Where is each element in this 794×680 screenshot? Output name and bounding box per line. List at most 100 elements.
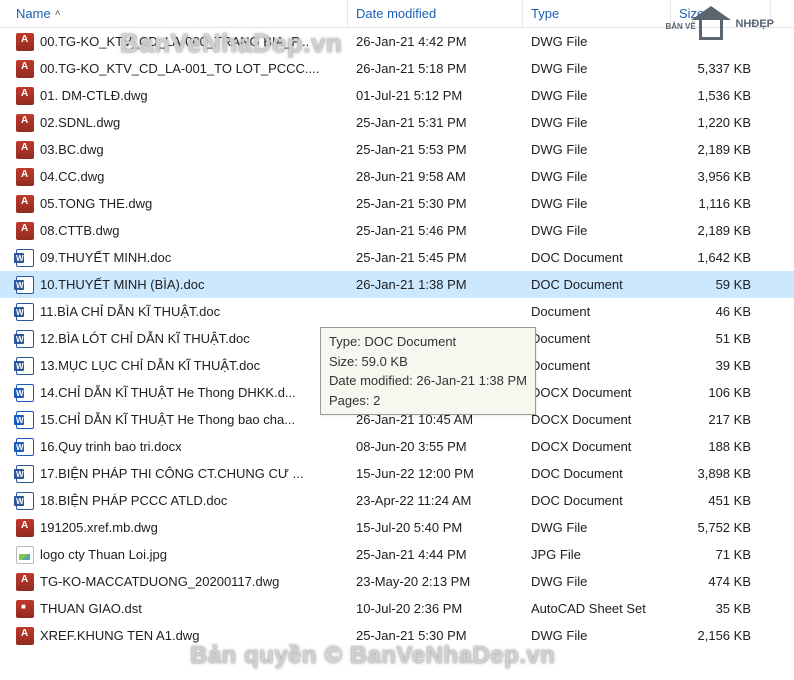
file-name: 00.TG-KO_KTV_CD_LA-000_TRANG BIA_P...	[40, 34, 309, 49]
file-date: 23-Apr-22 11:24 AM	[348, 493, 523, 508]
doc-file-icon	[16, 465, 34, 483]
file-name: XREF.KHUNG TEN A1.dwg	[40, 628, 199, 643]
file-date: 15-Jul-20 5:40 PM	[348, 520, 523, 535]
file-name: 14.CHỈ DẪN KĨ THUẬT He Thong DHKK.d...	[40, 385, 296, 400]
file-type: AutoCAD Sheet Set	[523, 601, 671, 616]
file-date: 25-Jan-21 4:44 PM	[348, 547, 523, 562]
file-name: 00.TG-KO_KTV_CD_LA-001_TO LOT_PCCC....	[40, 61, 319, 76]
doc-file-icon	[16, 276, 34, 294]
file-size: 59 KB	[671, 277, 771, 292]
file-type: DWG File	[523, 223, 671, 238]
header-label: Name	[16, 6, 51, 21]
file-size: 39 KB	[671, 358, 771, 373]
file-type: Document	[523, 331, 671, 346]
file-name: 08.CTTB.dwg	[40, 223, 119, 238]
file-size: 5,752 KB	[671, 520, 771, 535]
file-name: 09.THUYẾT MINH.doc	[40, 250, 171, 265]
file-name: 18.BIỆN PHÁP PCCC ATLD.doc	[40, 493, 227, 508]
file-date: 25-Jan-21 5:30 PM	[348, 628, 523, 643]
file-size: 217 KB	[671, 412, 771, 427]
file-row[interactable]: 01. DM-CTLĐ.dwg01-Jul-21 5:12 PMDWG File…	[0, 82, 794, 109]
file-row[interactable]: 10.THUYẾT MINH (BÌA).doc 26-Jan-21 1:38 P…	[0, 271, 794, 298]
file-type: Document	[523, 358, 671, 373]
jpg-file-icon	[16, 546, 34, 564]
file-row[interactable]: 09.THUYẾT MINH.doc25-Jan-21 5:45 PMDOC D…	[0, 244, 794, 271]
file-row[interactable]: 00.TG-KO_KTV_CD_LA-001_TO LOT_PCCC....26…	[0, 55, 794, 82]
tooltip-date: Date modified: 26-Jan-21 1:38 PM	[329, 371, 527, 391]
dwg-file-icon	[16, 33, 34, 51]
file-row[interactable]: 11.BÌA CHỈ DẪN KĨ THUẬT.docDocument46 KB	[0, 298, 794, 325]
file-type: Document	[523, 304, 671, 319]
column-header-type[interactable]: Type	[523, 0, 671, 27]
file-row[interactable]: 03.BC.dwg25-Jan-21 5:53 PMDWG File2,189 …	[0, 136, 794, 163]
file-row[interactable]: 191205.xref.mb.dwg 15-Jul-20 5:40 PMDWG F…	[0, 514, 794, 541]
doc-file-icon	[16, 249, 34, 267]
file-name: 01. DM-CTLĐ.dwg	[40, 88, 148, 103]
file-size: 3,898 KB	[671, 466, 771, 481]
file-date: 25-Jan-21 5:53 PM	[348, 142, 523, 157]
file-size: 71 KB	[671, 547, 771, 562]
column-header-row: Name ˄ Date modified Type Size	[0, 0, 794, 28]
file-row[interactable]: 05.TONG THE.dwg25-Jan-21 5:30 PMDWG File…	[0, 190, 794, 217]
file-name: 03.BC.dwg	[40, 142, 104, 157]
file-row[interactable]: TG-KO-MACCATDUONG_20200117.dwg 23-May-20 …	[0, 568, 794, 595]
file-date: 15-Jun-22 12:00 PM	[348, 466, 523, 481]
file-date: 01-Jul-21 5:12 PM	[348, 88, 523, 103]
file-size: 1,220 KB	[671, 115, 771, 130]
file-name: 16.Quy trinh bao tri.docx	[40, 439, 182, 454]
file-size: 188 KB	[671, 439, 771, 454]
file-row[interactable]: XREF.KHUNG TEN A1.dwg25-Jan-21 5:30 PMDW…	[0, 622, 794, 649]
file-row[interactable]: 16.Quy trinh bao tri.docx 08-Jun-20 3:55 …	[0, 433, 794, 460]
doc-file-icon	[16, 303, 34, 321]
docx-file-icon	[16, 384, 34, 402]
file-row[interactable]: 00.TG-KO_KTV_CD_LA-000_TRANG BIA_P...26-…	[0, 28, 794, 55]
file-date: 08-Jun-20 3:55 PM	[348, 439, 523, 454]
file-type: DWG File	[523, 520, 671, 535]
file-size: 51 KB	[671, 331, 771, 346]
file-name: 10.THUYẾT MINH (BÌA).doc	[40, 277, 204, 292]
file-type: DOC Document	[523, 250, 671, 265]
file-size: 3,956 KB	[671, 169, 771, 184]
file-name: logo cty Thuan Loi.jpg	[40, 547, 167, 562]
file-size: 35 KB	[671, 601, 771, 616]
file-date: 23-May-20 2:13 PM	[348, 574, 523, 589]
file-date: 25-Jan-21 5:31 PM	[348, 115, 523, 130]
file-type: DOC Document	[523, 277, 671, 292]
file-name: 191205.xref.mb.dwg	[40, 520, 158, 535]
file-type: DOC Document	[523, 493, 671, 508]
file-row[interactable]: 02.SDNL.dwg25-Jan-21 5:31 PMDWG File1,22…	[0, 109, 794, 136]
file-row[interactable]: logo cty Thuan Loi.jpg25-Jan-21 4:44 PMJ…	[0, 541, 794, 568]
file-size: 2,189 KB	[671, 223, 771, 238]
file-date: 26-Jan-21 1:38 PM	[348, 277, 523, 292]
file-name: 05.TONG THE.dwg	[40, 196, 152, 211]
tooltip-pages: Pages: 2	[329, 391, 527, 411]
file-row[interactable]: THUAN GIAO.dst10-Jul-20 2:36 PMAutoCAD S…	[0, 595, 794, 622]
column-header-date[interactable]: Date modified	[348, 0, 523, 27]
file-size: 5,337 KB	[671, 61, 771, 76]
file-name: 12.BÌA LÓT CHỈ DẪN KĨ THUẬT.doc	[40, 331, 250, 346]
file-type: DOCX Document	[523, 385, 671, 400]
file-row[interactable]: 17.BIỆN PHÁP THI CÔNG CT.CHUNG CƯ ...15-…	[0, 460, 794, 487]
file-row[interactable]: 18.BIỆN PHÁP PCCC ATLD.doc 23-Apr-22 11:2…	[0, 487, 794, 514]
dwg-file-icon	[16, 87, 34, 105]
file-size: 1,116 KB	[671, 196, 771, 211]
doc-file-icon	[16, 492, 34, 510]
dwg-file-icon	[16, 114, 34, 132]
file-row[interactable]: 08.CTTB.dwg25-Jan-21 5:46 PMDWG File2,18…	[0, 217, 794, 244]
file-row[interactable]: 04.CC.dwg28-Jun-21 9:58 AMDWG File3,956 …	[0, 163, 794, 190]
file-size: 106 KB	[671, 385, 771, 400]
file-date: 25-Jan-21 5:30 PM	[348, 196, 523, 211]
file-type: DOC Document	[523, 466, 671, 481]
file-date: 28-Jun-21 9:58 AM	[348, 169, 523, 184]
file-name: 13.MỤC LỤC CHỈ DẪN KĨ THUẬT.doc	[40, 358, 260, 373]
dwg-file-icon	[16, 573, 34, 591]
file-name: THUAN GIAO.dst	[40, 601, 142, 616]
dwg-file-icon	[16, 168, 34, 186]
column-header-name[interactable]: Name ˄	[0, 0, 348, 27]
file-name: 04.CC.dwg	[40, 169, 104, 184]
file-size: 2,156 KB	[671, 628, 771, 643]
file-name: 11.BÌA CHỈ DẪN KĨ THUẬT.doc	[40, 304, 220, 319]
dwg-file-icon	[16, 222, 34, 240]
column-header-size[interactable]: Size	[671, 0, 771, 27]
file-name: TG-KO-MACCATDUONG_20200117.dwg	[40, 574, 279, 589]
